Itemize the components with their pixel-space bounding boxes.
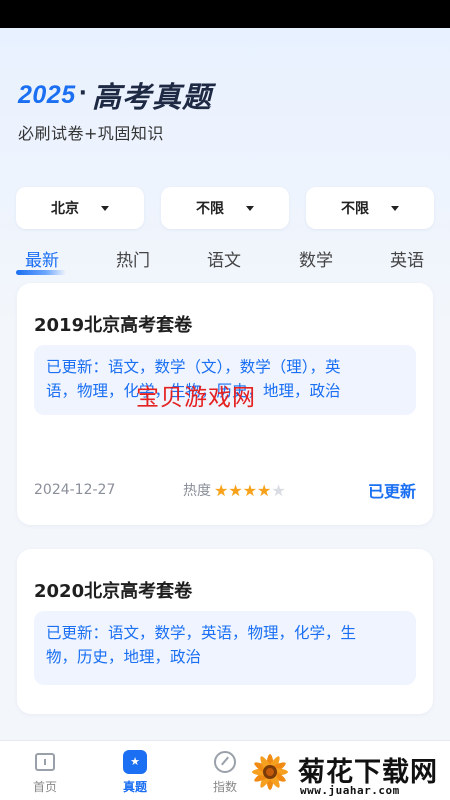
card-footer: 2024-12-27 热度 ★★★★★ 已更新 <box>34 478 416 502</box>
tab-hot[interactable]: 热门 <box>116 246 150 271</box>
star-empty-icon: ★ <box>271 480 286 500</box>
star-filled-icon: ★ <box>257 480 272 500</box>
star-filled-icon: ★ <box>242 480 258 500</box>
filter-label: 不限 <box>196 201 224 217</box>
hot-rating: 热度 ★★★★★ <box>183 480 286 500</box>
status-bar <box>0 0 450 28</box>
caret-down-icon <box>101 205 109 211</box>
filter-label: 不限 <box>341 201 369 217</box>
tab-chinese[interactable]: 语文 <box>207 246 241 271</box>
update-line: 已更新：语文，数学（文），数学（理），英 <box>46 358 341 376</box>
tab-latest[interactable]: 最新 <box>25 246 59 271</box>
filter-region-dropdown[interactable]: 北京 <box>16 187 144 229</box>
index-icon <box>213 750 237 774</box>
update-line: 物，历史，地理，政治 <box>46 648 202 666</box>
nav-home[interactable]: 首页 <box>15 741 75 800</box>
star-rating: ★★★★★ <box>214 481 286 500</box>
tab-math[interactable]: 数学 <box>299 246 333 271</box>
nav-label: 指数 <box>212 780 237 794</box>
update-line: 已更新：语文，数学，英语，物理，化学，生 <box>46 624 357 642</box>
page-title: 2025 · 高考真题 <box>18 74 212 116</box>
watermark-logo-url: www.juahar.com <box>300 784 400 797</box>
filter-third-dropdown[interactable]: 不限 <box>306 187 434 229</box>
filter-row: 北京 不限 不限 <box>16 187 434 229</box>
star-filled-icon: ★ <box>214 480 229 500</box>
filter-label: 北京 <box>51 201 79 217</box>
active-tab-indicator <box>16 270 66 275</box>
caret-down-icon <box>246 205 254 211</box>
watermark-logo: 菊花下载网 www.juahar.com <box>246 748 450 800</box>
nav-label: 真题 <box>122 780 147 794</box>
title-separator: · <box>78 80 87 106</box>
flower-icon <box>252 754 288 790</box>
exam-icon: ★ <box>123 750 147 774</box>
caret-down-icon <box>391 205 399 211</box>
title-year: 2025 <box>18 80 76 109</box>
status-badge: 已更新 <box>367 482 416 501</box>
card-title: 2019北京高考套卷 <box>34 315 193 336</box>
card-date: 2024-12-27 <box>34 482 116 498</box>
exam-card[interactable]: 2020北京高考套卷 已更新：语文，数学，英语，物理，化学，生 物，历史，地理，… <box>17 549 433 714</box>
filter-second-dropdown[interactable]: 不限 <box>161 187 289 229</box>
nav-exam[interactable]: ★ 真题 <box>105 741 165 800</box>
category-tabs: 最新 热门 语文 数学 英语 <box>0 246 450 280</box>
home-icon <box>33 750 57 774</box>
title-text: 高考真题 <box>91 80 212 114</box>
watermark-text: 宝贝游戏网 <box>136 385 256 411</box>
hot-label: 热度 <box>183 483 211 499</box>
update-info: 已更新：语文，数学，英语，物理，化学，生 物，历史，地理，政治 <box>34 611 416 685</box>
nav-label: 首页 <box>32 780 57 794</box>
star-filled-icon: ★ <box>228 480 243 500</box>
card-title: 2020北京高考套卷 <box>34 581 193 602</box>
tab-english[interactable]: 英语 <box>390 246 424 271</box>
page-subtitle: 必刷试卷+巩固知识 <box>18 124 164 143</box>
